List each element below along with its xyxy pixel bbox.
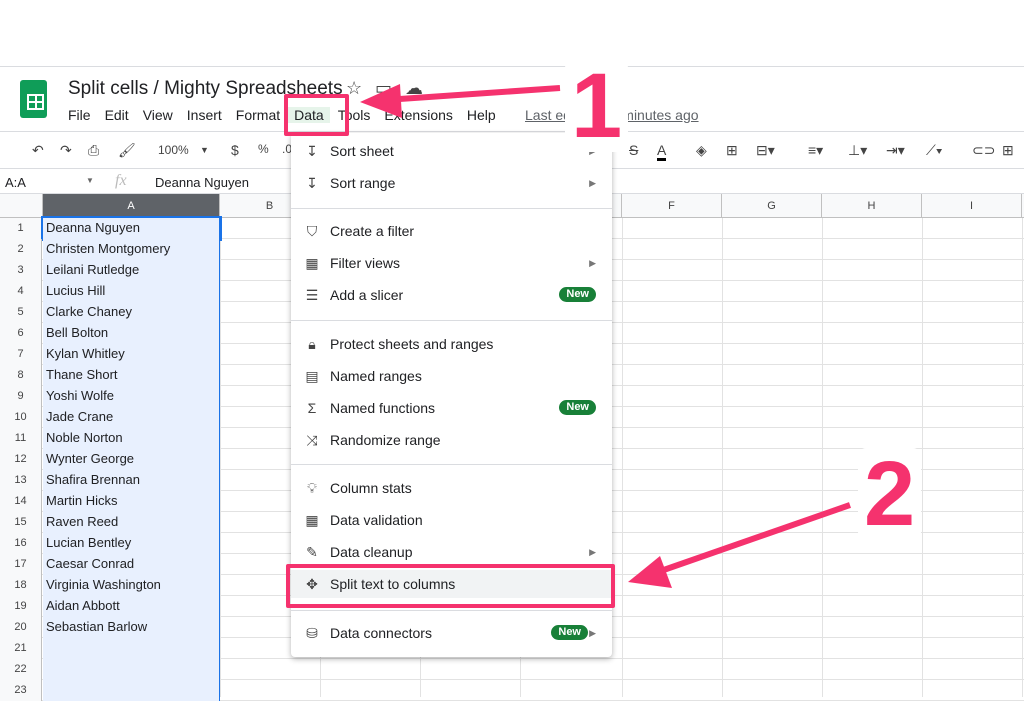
arrow-1-line [384,85,561,103]
arrow-2-line [654,502,851,576]
annotation-arrows [360,84,851,588]
arrow-2-head [628,556,672,588]
step-1-label: 1 [565,60,629,152]
step-2-label: 2 [858,448,922,540]
arrow-1-head [360,84,402,118]
